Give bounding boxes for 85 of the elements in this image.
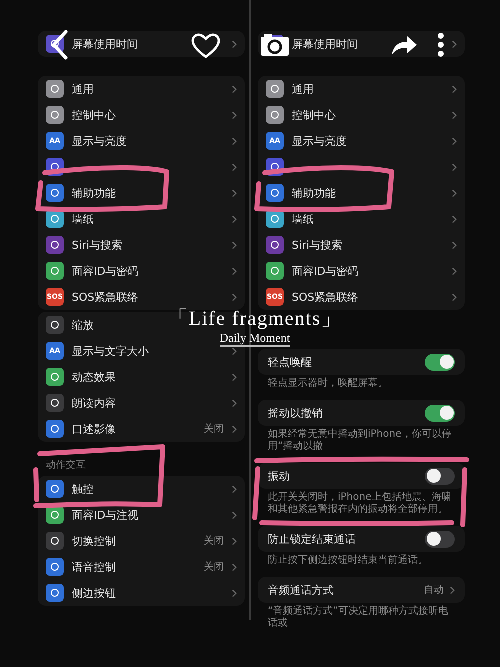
setting-value: 自动 bbox=[424, 584, 444, 597]
setting-description: 如果经常无意中摇动到iPhone，你可以停用“摇动以撤 bbox=[267, 428, 453, 454]
setting-description: 防止按下侧边按钮时结束当前通话。 bbox=[267, 554, 429, 568]
back-icon[interactable] bbox=[50, 30, 70, 60]
setting-label[interactable]: 通用 bbox=[72, 82, 94, 96]
setting-label[interactable]: 面容ID与密码 bbox=[72, 264, 139, 278]
setting-label[interactable]: 控制中心 bbox=[292, 108, 336, 122]
setting-label[interactable]: Siri与搜索 bbox=[72, 238, 123, 252]
chevron-icon bbox=[232, 240, 237, 250]
setting-label[interactable]: 切换控制 bbox=[72, 534, 116, 548]
setting-label[interactable]: 触控 bbox=[72, 482, 94, 496]
setting-label[interactable]: 朗读内容 bbox=[72, 396, 116, 410]
setting-label[interactable]: 墙纸 bbox=[292, 212, 314, 226]
marker-line bbox=[460, 468, 468, 528]
setting-value: 关闭 bbox=[204, 560, 224, 574]
camera-icon[interactable] bbox=[260, 33, 290, 57]
chevron-icon bbox=[232, 292, 237, 302]
toggle-switch[interactable] bbox=[425, 468, 455, 484]
setting-description: 此开关关闭时，iPhone上包括地震、海啸和其他紧急警报在内的振动将全部停用。 bbox=[267, 490, 453, 517]
setting-label[interactable]: 口述影像 bbox=[72, 422, 116, 436]
chevron-icon bbox=[232, 162, 237, 172]
toggle-switch[interactable] bbox=[425, 530, 455, 548]
setting-label[interactable]: 显示与亮度 bbox=[292, 134, 347, 148]
setting-label[interactable]: 缩放 bbox=[72, 318, 94, 332]
chevron-icon bbox=[452, 84, 457, 94]
setting-label[interactable]: SOS紧急联络 bbox=[292, 290, 359, 304]
chevron-icon bbox=[452, 162, 457, 172]
setting-label[interactable]: 面容ID与密码 bbox=[292, 264, 359, 278]
chevron-icon bbox=[232, 266, 237, 276]
chevron-icon bbox=[232, 484, 237, 494]
chevron-icon bbox=[452, 188, 457, 198]
setting-label: 音频通话方式 bbox=[268, 582, 335, 598]
chevron-icon bbox=[232, 110, 237, 120]
heart-icon[interactable] bbox=[191, 33, 221, 59]
setting-label[interactable]: 侧边按钮 bbox=[72, 586, 116, 600]
setting-label: 振动 bbox=[268, 468, 291, 484]
setting-value: 关闭 bbox=[204, 422, 224, 436]
chevron-icon bbox=[232, 346, 237, 356]
setting-label[interactable]: 通用 bbox=[292, 82, 314, 96]
share-icon[interactable] bbox=[390, 33, 418, 57]
setting-value: 关闭 bbox=[204, 534, 224, 548]
setting-label: 轻点唤醒 bbox=[268, 354, 313, 370]
chevron-icon bbox=[452, 266, 457, 276]
setting-label: 防止锁定结束通话 bbox=[268, 532, 357, 546]
setting-description: 轻点显示器时，唤醒屏幕。 bbox=[267, 376, 389, 391]
setting-label[interactable]: 语音控制 bbox=[72, 560, 116, 574]
chevron-icon bbox=[232, 588, 237, 598]
chevron-icon bbox=[232, 136, 237, 146]
chevron-icon bbox=[232, 40, 237, 48]
toggle-switch[interactable] bbox=[425, 404, 455, 422]
setting-label[interactable]: 墙纸 bbox=[72, 212, 94, 226]
chevron-icon bbox=[232, 424, 237, 434]
setting-label[interactable]: SOS紧急联络 bbox=[72, 290, 139, 304]
chevron-icon bbox=[452, 40, 457, 48]
chevron-icon bbox=[452, 214, 457, 224]
chevron-icon bbox=[232, 372, 237, 382]
setting-description: “音频通话方式”可决定用哪种方式接听电话或 bbox=[267, 604, 450, 631]
setting-label[interactable]: 辅助功能 bbox=[292, 186, 336, 200]
overlay-subtitle: Daily Moment bbox=[220, 331, 290, 347]
setting-label[interactable]: 控制中心 bbox=[72, 108, 116, 122]
chevron-icon bbox=[452, 110, 457, 120]
chevron-icon bbox=[452, 240, 457, 250]
setting-label: 摇动以撤销 bbox=[268, 406, 324, 420]
chevron-icon bbox=[232, 84, 237, 94]
more-icon[interactable] bbox=[437, 32, 445, 58]
setting-label[interactable]: Siri与搜索 bbox=[292, 238, 343, 252]
chevron-icon bbox=[232, 536, 237, 546]
setting-label[interactable]: 辅助功能 bbox=[72, 186, 116, 200]
setting-label[interactable]: 面容ID与注视 bbox=[72, 508, 139, 522]
chevron-icon bbox=[452, 136, 457, 146]
chevron-icon bbox=[452, 292, 457, 302]
setting-label[interactable]: 显示与亮度 bbox=[72, 134, 127, 148]
setting-label[interactable]: 屏幕使用时间 bbox=[72, 36, 138, 52]
setting-label[interactable]: 屏幕使用时间 bbox=[292, 36, 358, 52]
section-header: 动作交互 bbox=[45, 458, 87, 473]
setting-label[interactable]: 显示与文字大小 bbox=[72, 344, 149, 358]
chevron-icon bbox=[232, 398, 237, 408]
overlay-title: 「Life fragments」 bbox=[168, 308, 342, 331]
chevron-icon bbox=[232, 214, 237, 224]
chevron-icon bbox=[232, 188, 237, 198]
chevron-icon bbox=[232, 562, 237, 572]
setting-label[interactable]: 动态效果 bbox=[72, 370, 116, 384]
toggle-switch[interactable] bbox=[425, 354, 455, 370]
chevron-icon bbox=[450, 586, 455, 594]
chevron-icon bbox=[232, 510, 237, 520]
